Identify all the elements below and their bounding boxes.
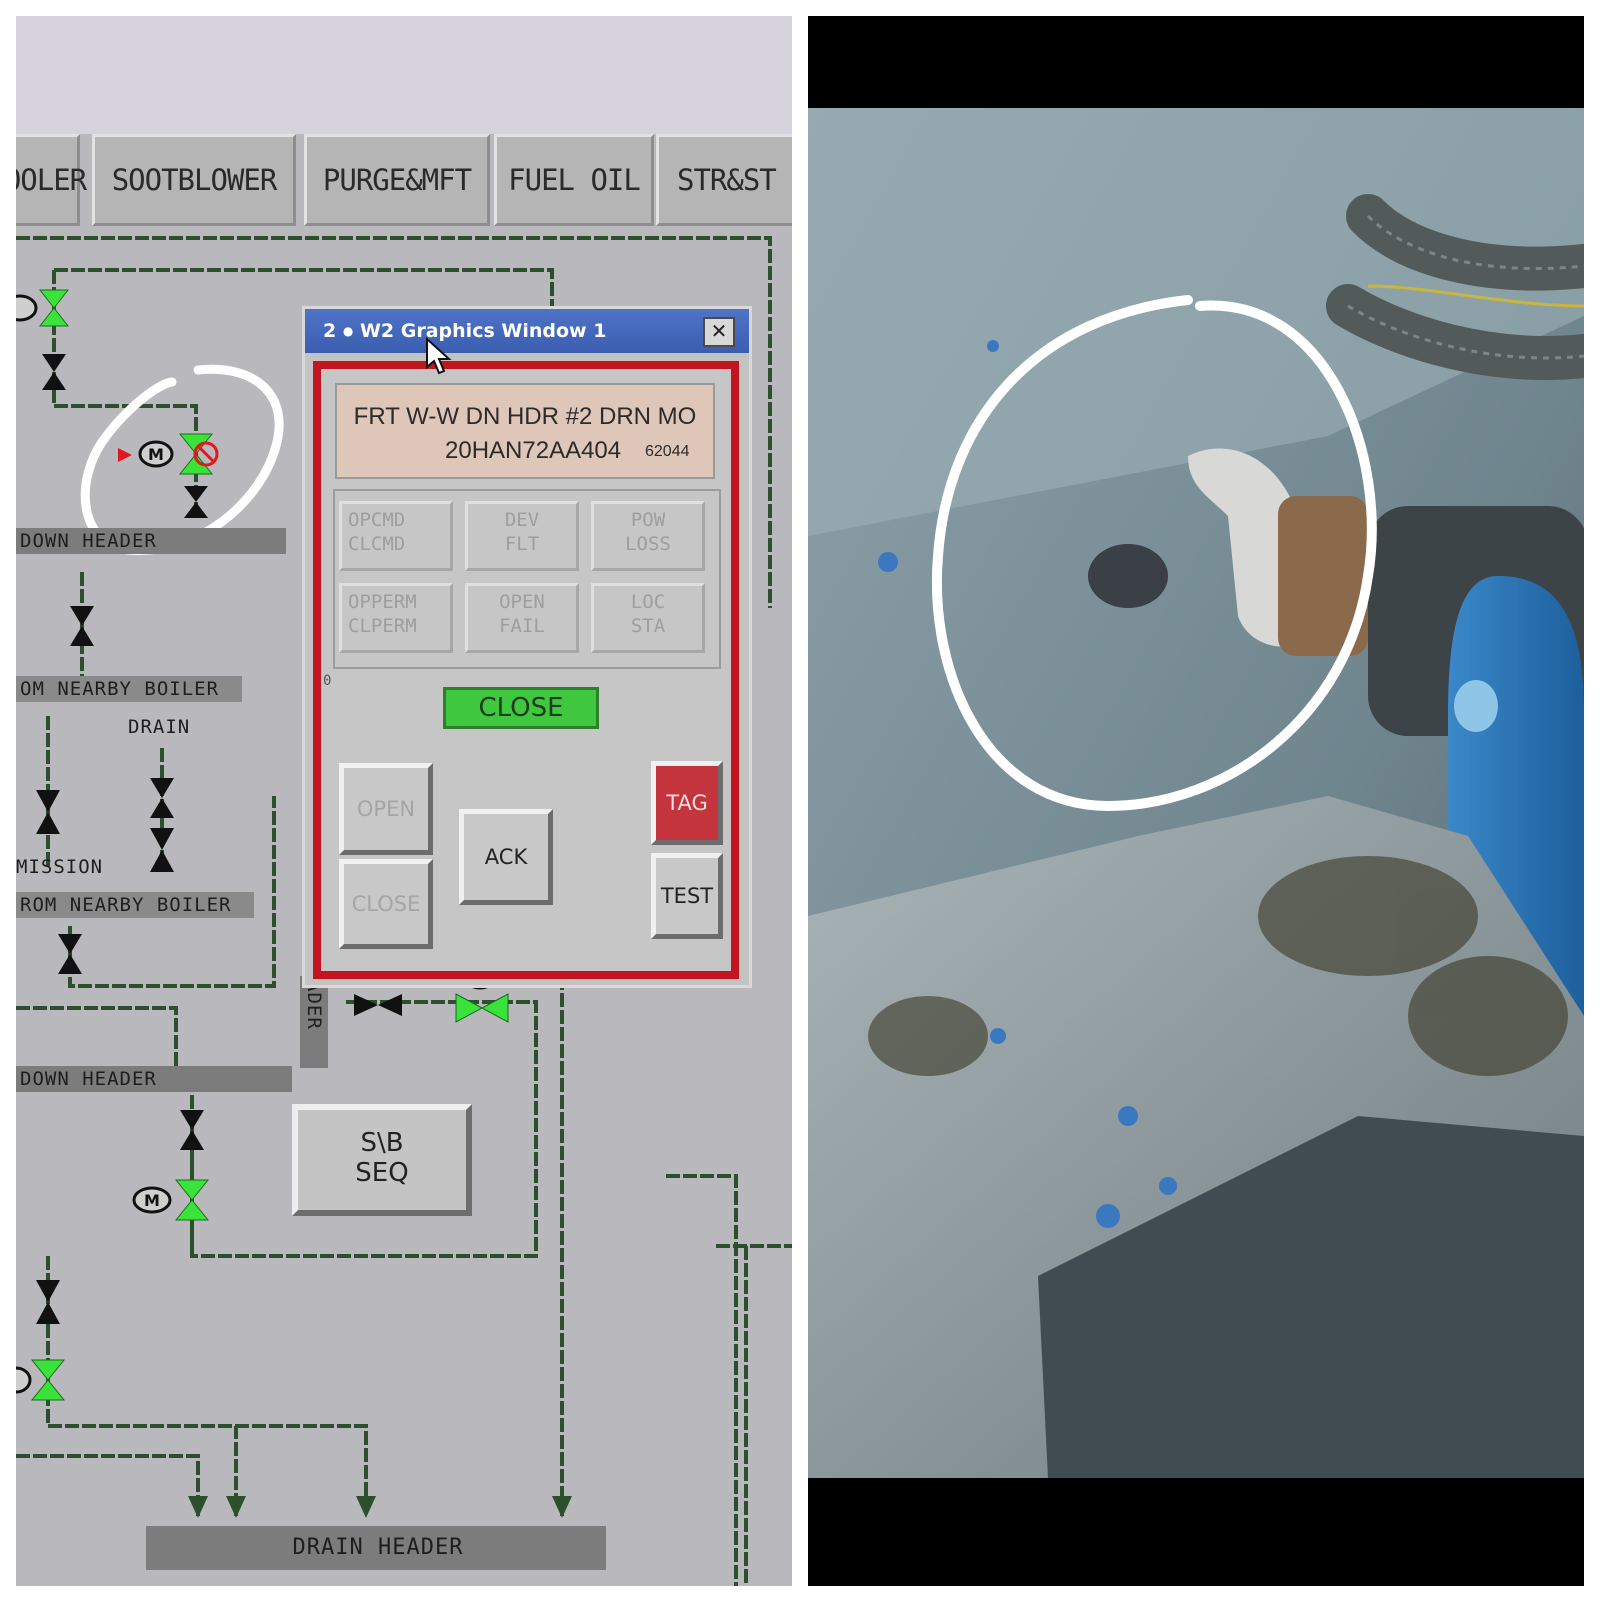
window-title: W2 Graphics Window 1 [359,320,607,342]
status-pow-loss: POW LOSS [591,501,705,571]
graphics-window-popup: 2 ● W2 Graphics Window 1 ✕ FRT W-W DN HD… [302,306,752,988]
motor-icon[interactable] [16,1366,32,1394]
status-indicator-grid: OPCMD CLCMD DEV FLT POW LOSS OPPERM CLPERM O… [333,489,721,669]
status-line: LOC [630,591,666,613]
valve-open-icon[interactable] [38,289,70,327]
nearby-boiler-bar: OM NEARBY BOILER [16,676,242,702]
valve-state-indicator: CLOSE [443,687,599,729]
close-icon[interactable]: ✕ [703,317,735,347]
status-open-fail: OPEN FAIL [465,583,579,653]
flow-arrow [226,1496,246,1518]
status-line: LOSS [625,533,671,555]
nearby-boiler-bar-2: ROM NEARBY BOILER [16,892,254,918]
point-description: FRT W-W DN HDR #2 DRN MO 20HAN72AA404 62… [335,383,715,479]
status-opperm-clperm: OPPERM CLPERM [339,583,453,653]
window-index: 2 [323,320,337,342]
status-line: OPCMD [348,509,406,531]
motor-letter: M [148,445,164,464]
sb-seq-button[interactable]: S\B SEQ [292,1104,472,1216]
mission-label: MISSION [16,856,104,878]
close-button[interactable]: CLOSE [339,859,433,949]
test-button[interactable]: TEST [651,853,723,939]
field-valve-photo [808,16,1584,1586]
valve-open-icon[interactable] [30,1359,66,1401]
status-line: FAIL [499,615,545,637]
open-button[interactable]: OPEN [339,763,433,855]
sb-seq-line2: SEQ [355,1158,409,1188]
prohibited-icon [193,441,219,467]
motor-letter: M [144,1191,160,1210]
status-line: OPPERM [348,591,417,613]
zero-label: 0 [323,673,332,689]
valve-site-photo [808,16,1584,1586]
status-line: OPEN [499,591,545,613]
status-line: CLCMD [348,533,406,555]
drain-label: DRAIN [128,716,191,738]
faceplate-alarm-frame: FRT W-W DN HDR #2 DRN MO 20HAN72AA404 62… [313,361,739,979]
description-text: FRT W-W DN HDR #2 DRN MO [353,403,697,430]
status-loc-sta: LOC STA [591,583,705,653]
status-opcmd-clcmd: OPCMD CLCMD [339,501,453,571]
valve-closed-icon[interactable] [354,994,402,1016]
drain-header-bar: DRAIN HEADER [146,1526,606,1570]
tag-button[interactable]: TAG [651,761,723,845]
status-line: POW [630,509,666,531]
valve-closed-icon[interactable] [150,778,174,818]
popup-titlebar[interactable]: 2 ● W2 Graphics Window 1 ✕ [305,309,749,353]
status-line: CLPERM [348,615,417,637]
flow-arrow [356,1496,376,1518]
valve-open-icon[interactable] [174,1179,210,1221]
flow-arrow [552,1496,572,1518]
window-index-dot: ● [342,324,354,338]
valve-open-icon[interactable] [455,993,509,1023]
header-vertical-bar: ADER [300,976,328,1068]
point-number: 62044 [645,443,690,460]
mouse-cursor-icon [426,337,452,375]
ack-button[interactable]: ACK [459,809,553,905]
flow-arrow [188,1496,208,1518]
down-header-bar-2: DOWN HEADER [16,1066,292,1092]
status-dev-flt: DEV FLT [465,501,579,571]
annotation-circle [80,364,284,555]
status-line: DEV [504,509,540,531]
status-line: STA [630,615,666,637]
dcs-screen-photo: OOLER SOOTBLOWER PURGE&MFT FUEL OIL STR&… [16,16,792,1586]
sb-seq-line1: S\B [360,1128,404,1158]
down-header-bar: DOWN HEADER [16,528,286,554]
status-line: FLT [504,533,540,555]
interlock-arrow-icon [118,448,132,462]
tag-id: 20HAN72AA404 [445,437,622,464]
motor-icon[interactable] [16,294,38,322]
